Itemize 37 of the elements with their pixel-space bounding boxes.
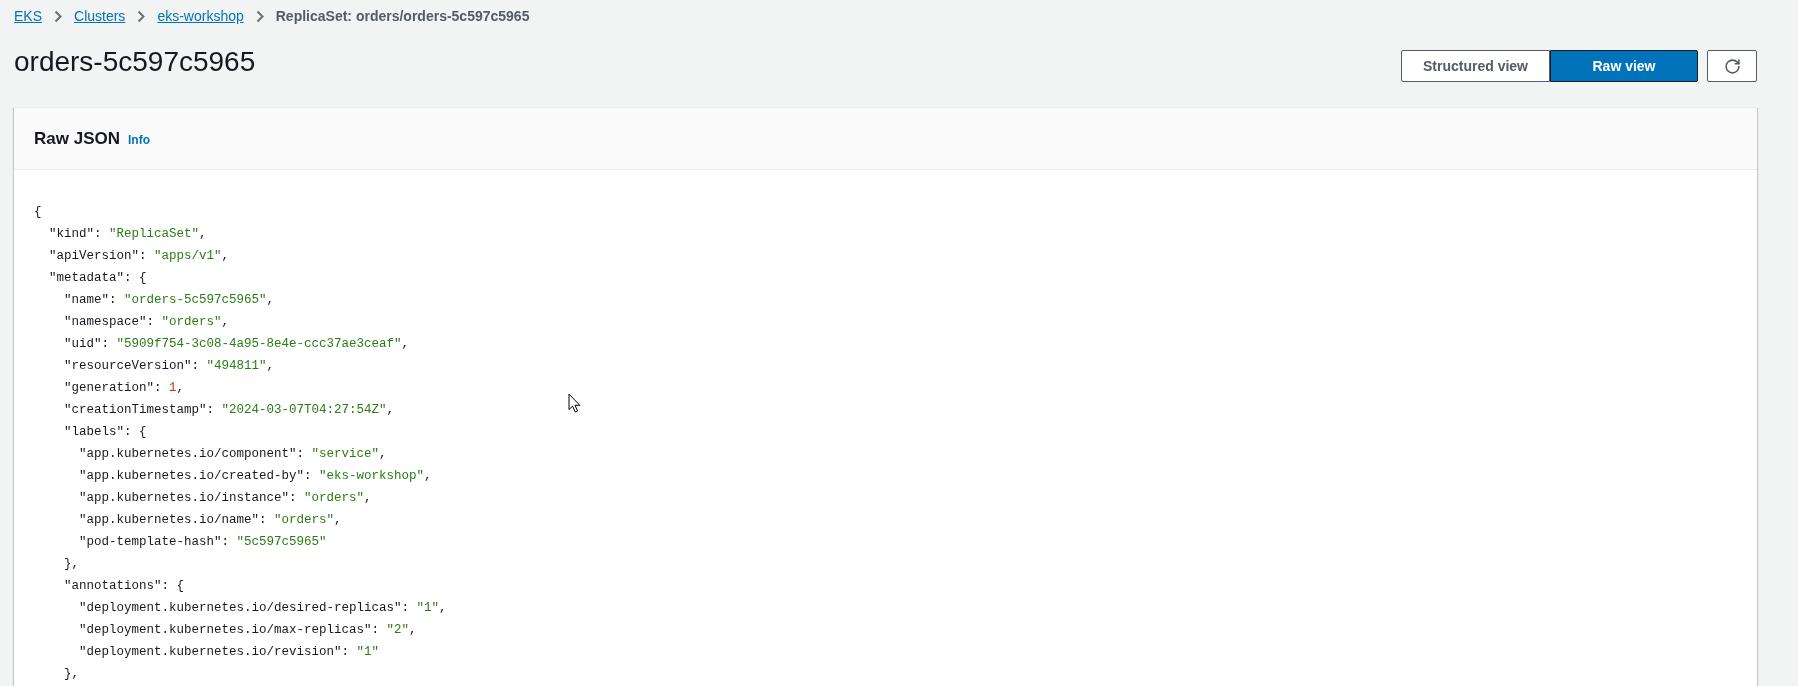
code-line: "deployment.kubernetes.io/revision": "1" — [79, 644, 380, 661]
code-line: "kind": "ReplicaSet", — [49, 226, 207, 243]
code-line: "generation": 1, — [64, 380, 185, 397]
code-line: "uid": "5909f754-3c08-4a95-8e4e-ccc37ae3ceaf", — [64, 336, 410, 353]
refresh-button[interactable] — [1707, 50, 1757, 82]
info-link[interactable]: Info — [128, 128, 150, 151]
code-line: "resourceVersion": "494811", — [64, 358, 275, 375]
panel-title: Raw JSON — [34, 127, 120, 150]
breadcrumb-link[interactable]: eks-workshop — [157, 6, 244, 26]
code-line: "metadata": { — [49, 270, 147, 287]
refresh-icon — [1723, 57, 1741, 75]
code-line: "creationTimestamp": "2024-03-07T04:27:54Z", — [64, 402, 395, 419]
code-line: "annotations": { — [64, 578, 185, 595]
code-line: "deployment.kubernetes.io/desired-replicas": "1", — [79, 600, 447, 617]
breadcrumb-link[interactable]: Clusters — [74, 6, 126, 26]
code-line: "namespace": "orders", — [64, 314, 230, 331]
code-line: "app.kubernetes.io/created-by": "eks-workshop", — [79, 468, 432, 485]
view-toggle-button[interactable]: Raw view — [1550, 50, 1698, 82]
code-line: "deployment.kubernetes.io/max-replicas": "2", — [79, 622, 417, 639]
breadcrumb-current: ReplicaSet: orders/orders-5c597c5965 — [275, 7, 530, 26]
chevron-right-icon — [255, 9, 264, 23]
code-line: "app.kubernetes.io/name": "orders", — [79, 512, 342, 529]
mouse-pointer-icon — [568, 393, 581, 413]
code-line: { — [34, 204, 42, 221]
code-line: "pod-template-hash": "5c597c5965" — [79, 534, 327, 551]
code-line: "app.kubernetes.io/instance": "orders", — [79, 490, 372, 507]
view-toggle-button[interactable]: Structured view — [1401, 50, 1550, 82]
chevron-right-icon — [54, 9, 62, 23]
code-line: "apiVersion": "apps/v1", — [49, 248, 230, 265]
code-line: }, — [64, 556, 79, 573]
code-line: "app.kubernetes.io/component": "service", — [79, 446, 387, 463]
code-line: }, — [64, 666, 79, 683]
breadcrumb-link[interactable]: EKS — [14, 6, 42, 26]
code-line: "labels": { — [64, 424, 147, 441]
code-line: "name": "orders-5c597c5965", — [64, 292, 275, 309]
page-title: orders-5c597c5965 — [14, 45, 256, 79]
chevron-right-icon — [137, 9, 146, 23]
